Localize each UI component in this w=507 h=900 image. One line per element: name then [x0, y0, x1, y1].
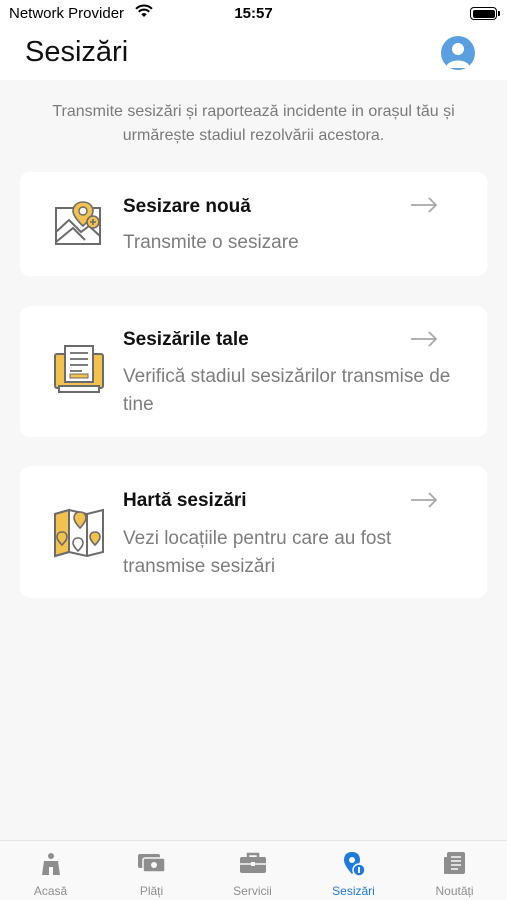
tab-label: Acasă — [33, 884, 68, 898]
tab-label: Sesizări — [332, 884, 375, 898]
card-description: Vezi locațiile pentru care au fost trans… — [123, 528, 392, 577]
card-reports-map[interactable]: Hartă sesizări Vezi locațiile pentru car… — [20, 466, 487, 598]
card-description: Transmite o sesizare — [123, 232, 299, 253]
card-title: Sesizare nouă — [123, 196, 251, 217]
card-my-reports[interactable]: Sesizările tale Verifică stadiul sesizăr… — [20, 306, 487, 437]
battery-icon — [470, 7, 500, 20]
briefcase-icon — [239, 852, 266, 873]
report-pin-icon — [343, 852, 366, 877]
user-icon — [446, 43, 470, 68]
tab-noutati[interactable]: Noutăți — [404, 841, 505, 900]
card-new-report[interactable]: Sesizare nouă Transmite o sesizare — [20, 172, 487, 276]
arrow-right-icon — [411, 331, 438, 347]
arrow-right-icon — [411, 492, 438, 508]
header: Sesizări — [0, 28, 507, 80]
news-icon — [443, 852, 465, 874]
tab-acasa[interactable]: Acasă — [0, 841, 101, 900]
tab-label: Plăți — [139, 884, 164, 898]
tab-label: Servicii — [233, 884, 272, 898]
card-title: Sesizările tale — [123, 329, 249, 350]
tab-servicii[interactable]: Servicii — [202, 841, 303, 900]
map-icon — [53, 506, 105, 565]
map-pin-icon — [53, 198, 105, 255]
page-title: Sesizări — [25, 36, 129, 68]
home-icon — [41, 853, 60, 875]
tab-plati[interactable]: Plăți — [101, 841, 202, 900]
arrow-right-icon — [411, 197, 438, 213]
tab-sesizari[interactable]: Sesizări — [303, 841, 404, 900]
documents-icon — [53, 344, 105, 403]
payments-icon — [137, 854, 166, 873]
card-title: Hartă sesizări — [123, 490, 247, 511]
intro-text: Transmite sesizări și raportează inciden… — [52, 103, 455, 144]
clock: 15:57 — [234, 5, 273, 22]
tab-bar: Acasă Plăți Servicii Sesizări Noutăți — [0, 840, 507, 900]
status-bar: Network Provider 15:57 — [0, 0, 507, 28]
tab-label: Noutăți — [435, 884, 474, 898]
avatar[interactable] — [441, 36, 475, 70]
card-description: Verifică stadiul sesizărilor transmise d… — [123, 366, 451, 415]
